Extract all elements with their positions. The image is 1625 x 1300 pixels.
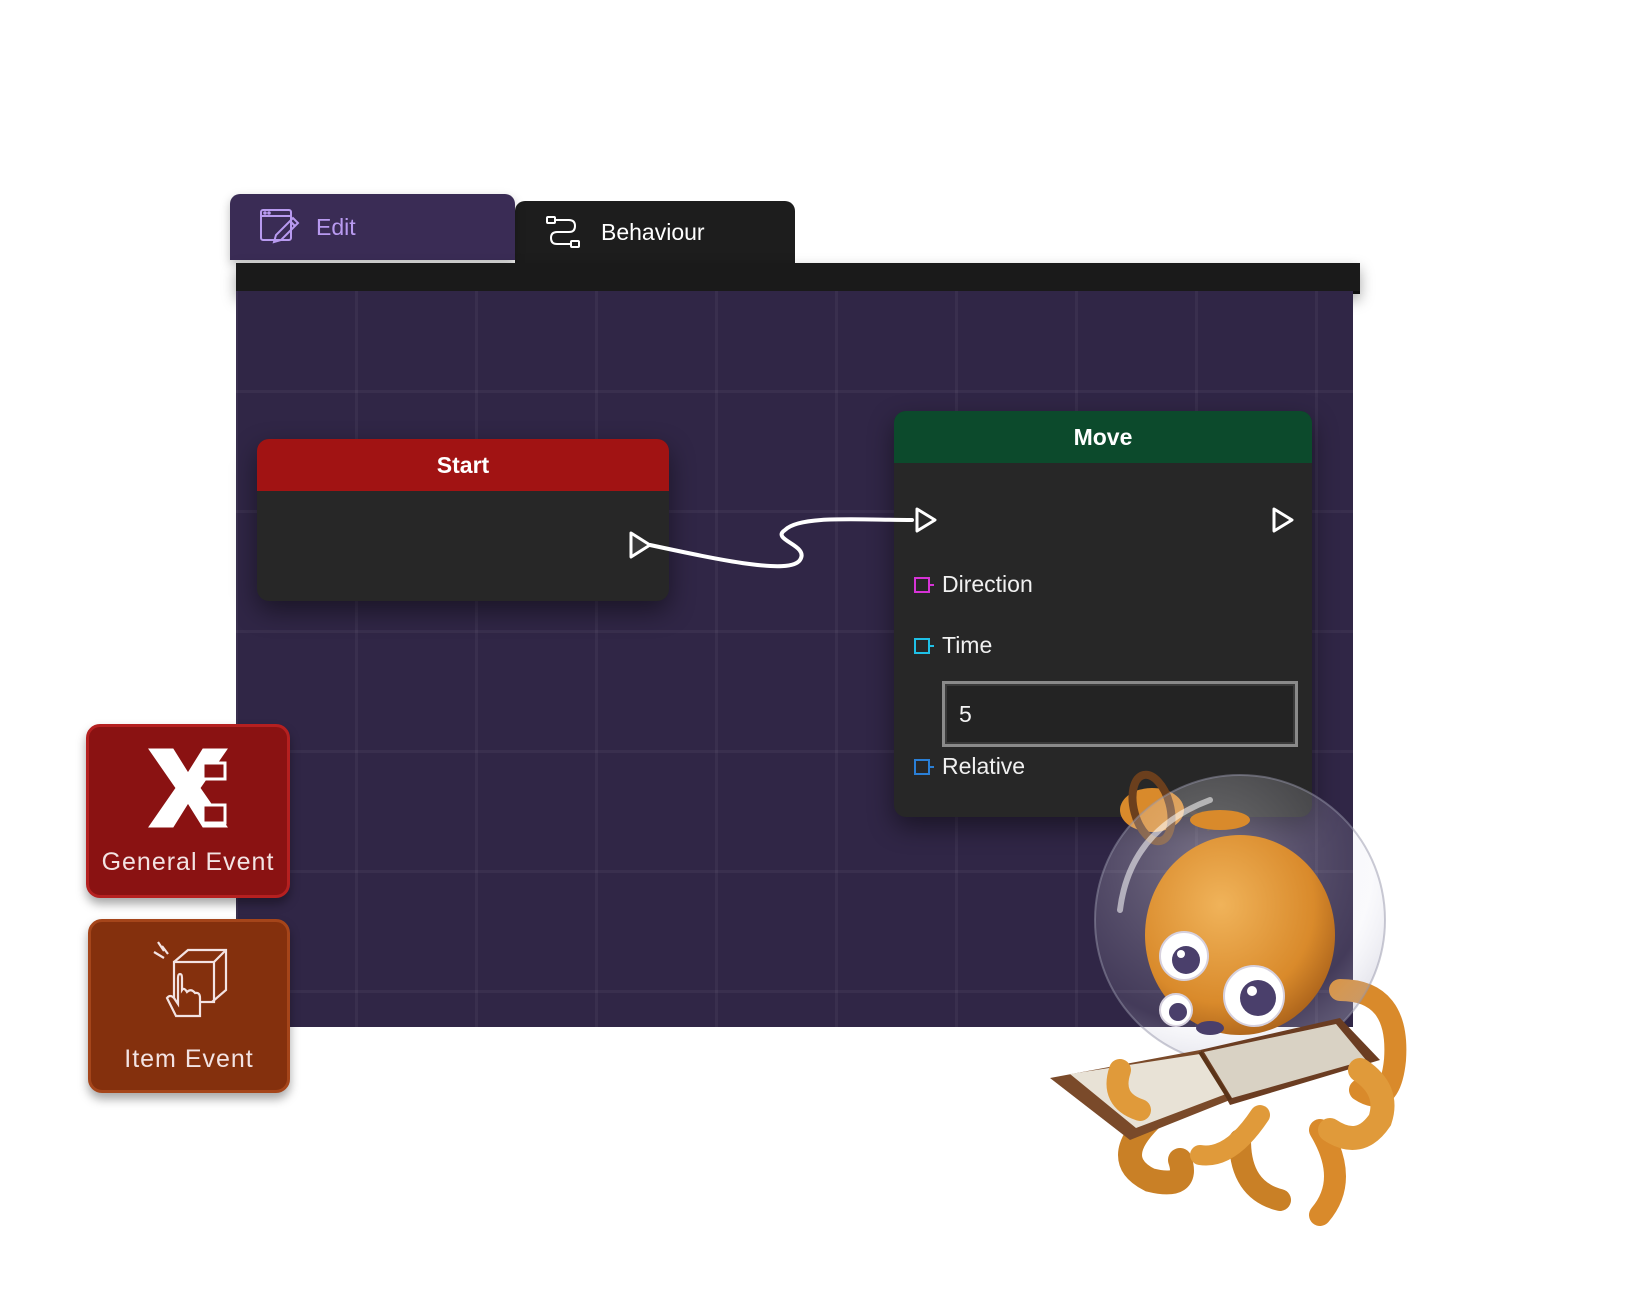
move-exec-out-port (1272, 507, 1294, 533)
move-exec-in-port (915, 507, 937, 533)
octopus-astronaut-mascot (1050, 770, 1407, 1226)
item-event-card[interactable]: Item Event (88, 919, 290, 1093)
general-event-card[interactable]: General Event (86, 724, 290, 898)
item-event-label: Item Event (124, 1045, 254, 1073)
connection-wire (648, 517, 914, 569)
item-event-box-hand-icon (144, 938, 234, 1031)
general-event-label: General Event (101, 848, 275, 876)
general-event-x-icon (143, 743, 233, 840)
start-exec-out-port (629, 531, 652, 559)
